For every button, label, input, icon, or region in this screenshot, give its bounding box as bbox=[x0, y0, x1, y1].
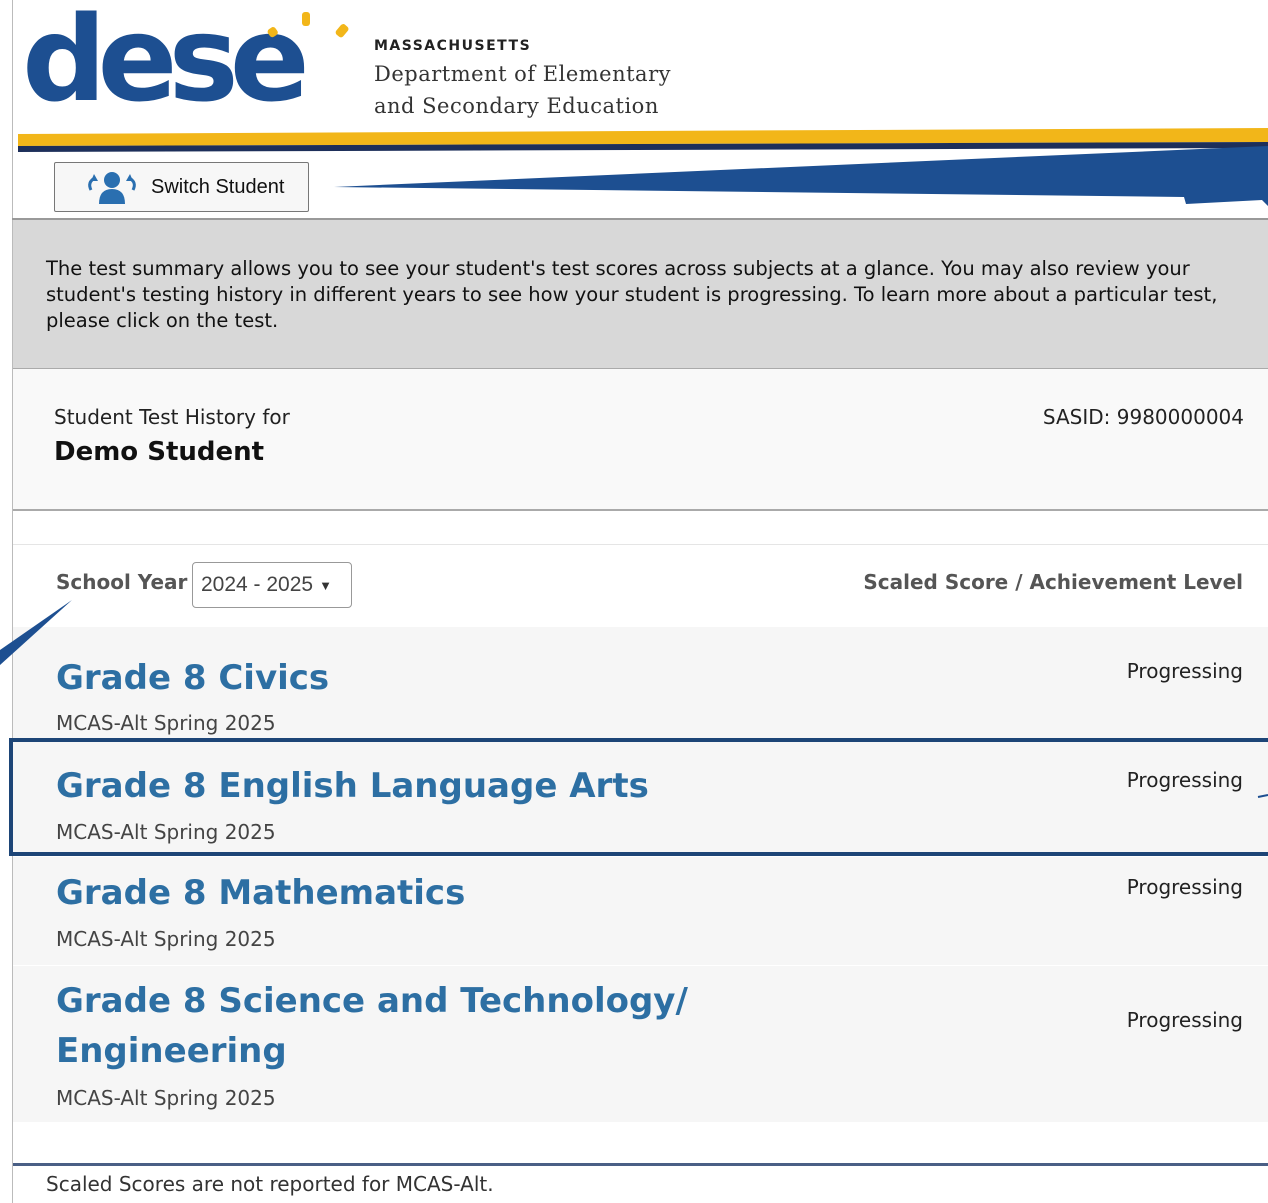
achievement-level: Progressing bbox=[1126, 659, 1243, 683]
test-subtitle: MCAS-Alt Spring 2025 bbox=[56, 711, 276, 735]
test-title[interactable]: Grade 8 Civics bbox=[56, 653, 329, 703]
school-year-select[interactable]: 2024 - 2025 ▼ bbox=[192, 562, 352, 608]
footnote: Scaled Scores are not reported for MCAS-… bbox=[46, 1172, 494, 1196]
score-column-header: Scaled Score / Achievement Level bbox=[863, 570, 1243, 594]
highlight-box bbox=[9, 738, 1268, 856]
site-header: dese MASSACHUSETTS Department of Element… bbox=[0, 0, 1268, 220]
switch-student-button[interactable]: Switch Student bbox=[54, 162, 309, 212]
org-state-label: MASSACHUSETTS bbox=[374, 38, 532, 54]
chevron-down-icon: ▼ bbox=[319, 577, 332, 593]
test-subtitle: MCAS-Alt Spring 2025 bbox=[56, 1086, 276, 1110]
switch-student-label: Switch Student bbox=[151, 175, 285, 198]
achievement-level: Progressing bbox=[1126, 875, 1243, 899]
test-subtitle: MCAS-Alt Spring 2025 bbox=[56, 927, 276, 951]
logo-sun-rays-icon bbox=[267, 12, 349, 38]
footer-divider bbox=[13, 1163, 1268, 1166]
test-row-science[interactable]: Grade 8 Science and Technology/ Engineer… bbox=[13, 966, 1268, 1122]
school-year-value: 2024 - 2025 bbox=[201, 573, 314, 596]
org-name-line1: Department of Elementary bbox=[374, 62, 671, 86]
achievement-level: Progressing bbox=[1126, 1008, 1243, 1032]
test-row-civics[interactable]: Grade 8 Civics MCAS-Alt Spring 2025 Prog… bbox=[13, 627, 1268, 739]
header-stripe bbox=[18, 128, 1268, 152]
test-title-line1[interactable]: Grade 8 Science and Technology/ bbox=[56, 976, 688, 1026]
intro-text: The test summary allows you to see your … bbox=[46, 257, 1218, 332]
org-name-line2: and Secondary Education bbox=[374, 94, 659, 118]
test-row-mathematics[interactable]: Grade 8 Mathematics MCAS-Alt Spring 2025… bbox=[13, 857, 1268, 965]
student-name: Demo Student bbox=[54, 437, 265, 467]
school-year-label: School Year bbox=[56, 570, 188, 594]
test-title[interactable]: Grade 8 Mathematics bbox=[56, 868, 465, 918]
switch-user-icon bbox=[88, 172, 136, 204]
history-label: Student Test History for bbox=[54, 405, 290, 429]
sasid-value: SASID: 9980000004 bbox=[1042, 405, 1244, 429]
test-title-line2[interactable]: Engineering bbox=[56, 1026, 287, 1076]
